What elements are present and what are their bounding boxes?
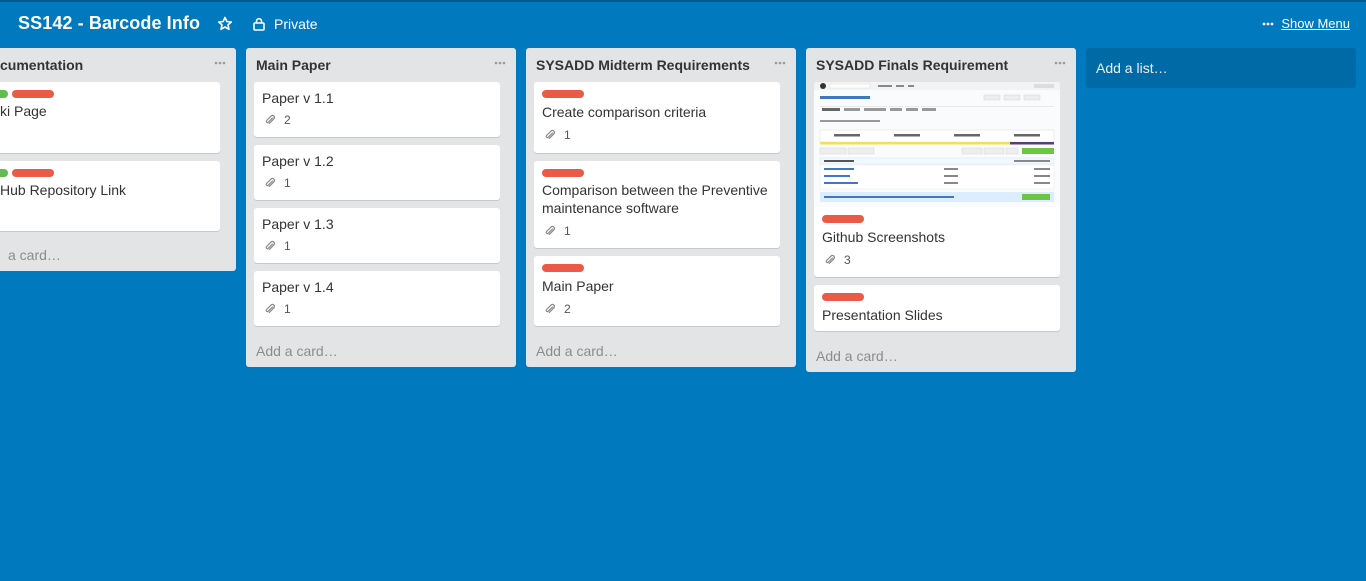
privacy-label: Private — [274, 16, 318, 32]
attachment-badge: 2 — [542, 302, 571, 316]
attachment-badge: 2 — [262, 113, 291, 127]
add-card-button[interactable]: a card… — [8, 247, 61, 263]
attachment-count: 2 — [564, 302, 571, 316]
card-main-paper[interactable]: Main Paper 2 — [534, 256, 780, 326]
attachment-badge: 1 — [262, 239, 291, 253]
label-red — [822, 215, 864, 223]
card-comparison-preventive-maintenance[interactable]: Comparison between the Preventive mainte… — [534, 161, 780, 248]
list-header: SYSADD Finals Requirement — [806, 48, 1076, 82]
ellipsis-icon — [1262, 22, 1274, 25]
add-card-button[interactable]: Add a card… — [256, 343, 338, 359]
label-red — [12, 169, 54, 177]
card-title: ki Page — [0, 103, 47, 119]
label-red — [542, 169, 584, 177]
paperclip-icon — [825, 254, 835, 264]
card-title: Main Paper — [542, 278, 614, 294]
attachment-count: 1 — [284, 302, 291, 316]
attachment-badge: 1 — [262, 302, 291, 316]
list-menu-icon[interactable] — [214, 60, 226, 66]
card-paper-v1-1[interactable]: Paper v 1.1 2 — [254, 82, 500, 137]
card-labels — [542, 264, 588, 272]
attachment-badge: 1 — [542, 128, 571, 142]
label-red — [822, 293, 864, 301]
paperclip-icon — [545, 225, 555, 235]
attachment-badge: 1 — [262, 176, 291, 190]
add-list-button[interactable]: Add a list… — [1086, 48, 1356, 88]
card-paper-v1-4[interactable]: Paper v 1.4 1 — [254, 271, 500, 326]
paperclip-icon — [265, 240, 275, 250]
paperclip-icon — [265, 114, 275, 124]
list-header: cumentation — [0, 48, 236, 82]
card-title: Paper v 1.2 — [262, 153, 334, 169]
show-menu-button[interactable]: Show Menu — [1262, 16, 1350, 31]
label-green — [0, 90, 8, 98]
card-labels — [822, 293, 868, 301]
attachment-badge: 1 — [542, 224, 571, 238]
add-list-label: Add a list… — [1096, 60, 1168, 76]
card-wiki-page[interactable]: ki Page — [0, 82, 220, 153]
list-sysadd-finals: SYSADD Finals Requirement Github Screens… — [806, 48, 1076, 372]
list-main-paper: Main Paper Paper v 1.1 2 Paper v 1.2 1 P… — [246, 48, 516, 367]
star-icon[interactable] — [216, 15, 234, 33]
label-red — [12, 90, 54, 98]
card-labels — [542, 90, 588, 98]
list-menu-icon[interactable] — [494, 60, 506, 66]
card-title: Presentation Slides — [822, 307, 943, 323]
paperclip-icon — [265, 177, 275, 187]
card-github-repository-link[interactable]: Hub Repository Link — [0, 161, 220, 231]
card-title: Paper v 1.4 — [262, 279, 334, 295]
add-card-button[interactable]: Add a card… — [816, 348, 898, 364]
add-card-button[interactable]: Add a card… — [536, 343, 618, 359]
attachment-count: 1 — [564, 224, 571, 238]
list-documentation: cumentation ki Page Hub Repository Link … — [0, 48, 236, 271]
list-title[interactable]: SYSADD Midterm Requirements — [536, 57, 750, 73]
card-title: Create comparison criteria — [542, 104, 707, 120]
attachment-count: 1 — [284, 176, 291, 190]
card-presentation-slides[interactable]: Presentation Slides — [814, 285, 1060, 331]
card-paper-v1-2[interactable]: Paper v 1.2 1 — [254, 145, 500, 200]
paperclip-icon — [545, 303, 555, 313]
card-create-comparison-criteria[interactable]: Create comparison criteria 1 — [534, 82, 780, 153]
card-title: Github Screenshots — [822, 229, 945, 245]
list-menu-icon[interactable] — [1054, 60, 1066, 66]
attachment-count: 2 — [284, 113, 291, 127]
board-title[interactable]: SS142 - Barcode Info — [18, 13, 200, 34]
list-header: SYSADD Midterm Requirements — [526, 48, 796, 82]
lock-icon — [253, 17, 265, 31]
attachment-count: 1 — [284, 239, 291, 253]
board-header: SS142 - Barcode Info Private Show Menu — [0, 0, 1366, 48]
card-title: Comparison between the Preventive mainte… — [542, 182, 768, 216]
paperclip-icon — [545, 129, 555, 139]
attachment-count: 1 — [564, 128, 571, 142]
card-paper-v1-3[interactable]: Paper v 1.3 1 — [254, 208, 500, 263]
card-github-screenshots[interactable]: Github Screenshots 3 — [814, 82, 1060, 277]
label-red — [542, 90, 584, 98]
label-green — [0, 169, 8, 177]
paperclip-icon — [265, 303, 275, 313]
card-labels — [0, 90, 58, 98]
list-header: Main Paper — [246, 48, 516, 82]
card-labels — [0, 169, 58, 177]
card-labels — [542, 169, 588, 177]
list-menu-icon[interactable] — [774, 60, 786, 66]
list-title[interactable]: cumentation — [0, 57, 83, 73]
card-title: Hub Repository Link — [0, 182, 127, 198]
attachment-badge: 3 — [822, 253, 851, 267]
show-menu-label: Show Menu — [1281, 16, 1350, 31]
list-title[interactable]: Main Paper — [256, 57, 331, 73]
privacy-button[interactable]: Private — [252, 15, 318, 33]
attachment-count: 3 — [844, 253, 851, 267]
label-red — [542, 264, 584, 272]
list-title[interactable]: SYSADD Finals Requirement — [816, 57, 1008, 73]
list-sysadd-midterm: SYSADD Midterm Requirements Create compa… — [526, 48, 796, 367]
card-cover-image — [814, 82, 1060, 207]
card-title: Paper v 1.1 — [262, 90, 334, 106]
card-title: Paper v 1.3 — [262, 216, 334, 232]
card-labels — [822, 215, 868, 223]
